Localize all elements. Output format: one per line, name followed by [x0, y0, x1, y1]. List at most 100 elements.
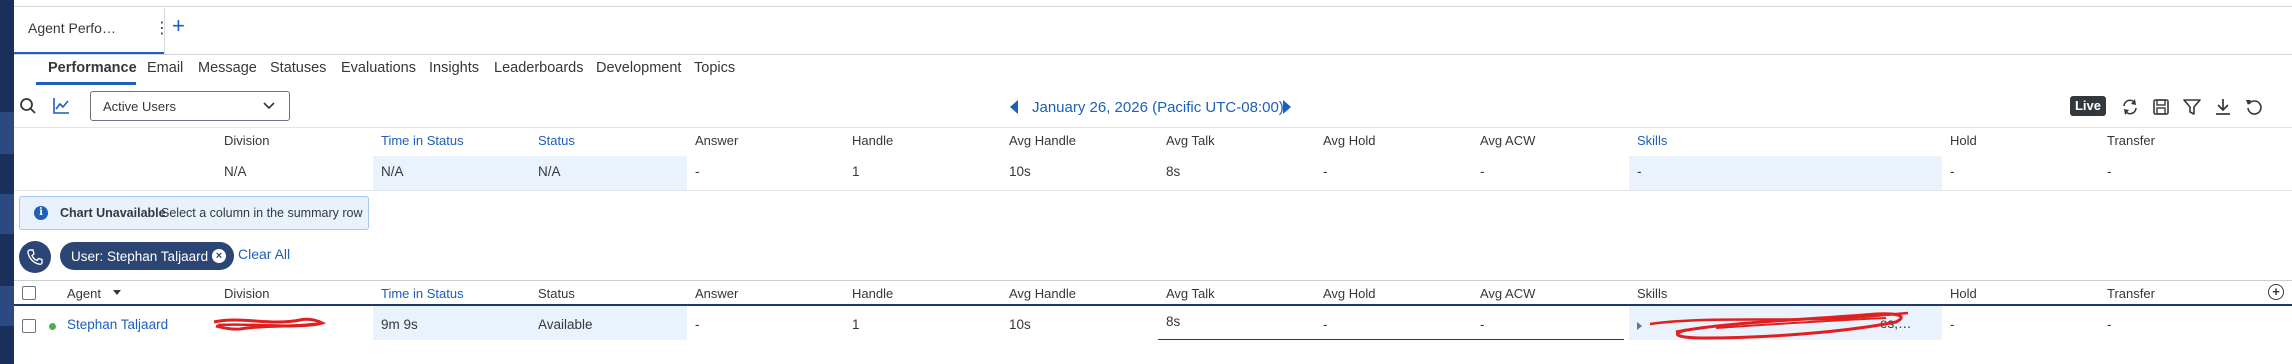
summary-value-handle[interactable]: 1 — [852, 164, 860, 179]
download-icon[interactable] — [2214, 98, 2232, 116]
row-avg-handle[interactable]: 10s — [1009, 317, 1031, 332]
save-icon[interactable] — [2152, 98, 2170, 116]
row-checkbox[interactable] — [22, 319, 36, 333]
table-header-status[interactable]: Status — [538, 286, 575, 301]
rail-item[interactable] — [0, 286, 14, 326]
table-header-avg-handle[interactable]: Avg Handle — [1009, 286, 1076, 301]
tab-insights[interactable]: Insights — [429, 60, 479, 76]
table-header-transfer[interactable]: Transfer — [2107, 286, 2155, 301]
summary-header-skills[interactable]: Skills — [1637, 133, 1667, 148]
plus-icon[interactable]: + — [172, 15, 185, 37]
table-top-border — [14, 280, 2292, 281]
user-filter-chip[interactable]: User: Stephan Taljaard × — [60, 242, 234, 270]
active-nav-indicator — [36, 82, 136, 85]
row-transfer[interactable]: - — [2107, 317, 2112, 332]
tab-evaluations[interactable]: Evaluations — [341, 60, 416, 76]
agent-name-link[interactable]: Stephan Taljaard — [67, 317, 168, 332]
left-nav-rail — [0, 0, 14, 364]
summary-bottom-border — [14, 190, 2292, 191]
clear-all-link[interactable]: Clear All — [238, 246, 290, 262]
summary-value-skills[interactable]: - — [1637, 164, 1642, 179]
row-time-in-status[interactable]: 9m 9s — [381, 317, 418, 332]
tab-statuses[interactable]: Statuses — [270, 60, 326, 76]
summary-header-division[interactable]: Division — [224, 133, 270, 148]
phone-filter-button[interactable] — [19, 241, 51, 273]
redacted-skills — [1649, 311, 1909, 340]
chevron-down-icon — [263, 102, 275, 110]
table-header-agent[interactable]: Agent — [67, 286, 101, 301]
table-header-answer[interactable]: Answer — [695, 286, 738, 301]
refresh-icon[interactable] — [2121, 98, 2139, 116]
row-avg-talk[interactable]: 8s — [1166, 314, 1180, 329]
row-status[interactable]: Available — [538, 317, 593, 332]
row-hold[interactable]: - — [1950, 317, 1955, 332]
summary-value-division[interactable]: N/A — [224, 164, 247, 179]
summary-value-avg-talk[interactable]: 8s — [1166, 164, 1180, 179]
row-handle[interactable]: 1 — [852, 317, 860, 332]
row-answer[interactable]: - — [695, 317, 700, 332]
summary-value-hold[interactable]: - — [1950, 164, 1955, 179]
summary-header-avg-acw[interactable]: Avg ACW — [1480, 133, 1535, 148]
table-header-skills[interactable]: Skills — [1637, 286, 1667, 301]
reset-icon[interactable] — [2245, 98, 2263, 116]
summary-value-time-in-status[interactable]: N/A — [381, 164, 404, 179]
sort-descending-icon[interactable] — [113, 290, 121, 295]
tab-development[interactable]: Development — [596, 60, 681, 76]
table-header-avg-talk[interactable]: Avg Talk — [1166, 286, 1215, 301]
redacted-division — [213, 317, 327, 331]
summary-header-avg-handle[interactable]: Avg Handle — [1009, 133, 1076, 148]
summary-value-transfer[interactable]: - — [2107, 164, 2112, 179]
summary-header-status[interactable]: Status — [538, 133, 575, 148]
dropdown-selected-value: Active Users — [103, 99, 176, 114]
select-all-checkbox[interactable] — [22, 286, 36, 300]
table-header-avg-hold[interactable]: Avg Hold — [1323, 286, 1376, 301]
table-header-time-in-status[interactable]: Time in Status — [381, 286, 464, 301]
tab-leaderboards[interactable]: Leaderboards — [494, 60, 584, 76]
table-header-hold[interactable]: Hold — [1950, 286, 1977, 301]
tab-performance[interactable]: Performance — [48, 60, 137, 76]
date-label[interactable]: January 26, 2026 (Pacific UTC-08:00) — [1032, 99, 1284, 116]
presence-online-icon — [49, 323, 56, 330]
expand-skills-icon[interactable] — [1637, 322, 1642, 330]
summary-value-avg-handle[interactable]: 10s — [1009, 164, 1031, 179]
chart-message-title: Chart Unavailable — [60, 206, 166, 220]
summary-header-avg-talk[interactable]: Avg Talk — [1166, 133, 1215, 148]
phone-icon — [27, 249, 43, 266]
rail-item[interactable] — [0, 112, 14, 154]
summary-header-hold[interactable]: Hold — [1950, 133, 1977, 148]
summary-header-handle[interactable]: Handle — [852, 133, 893, 148]
table-header-handle[interactable]: Handle — [852, 286, 893, 301]
rail-item[interactable] — [0, 194, 14, 234]
chart-unavailable-message: i Chart Unavailable Select a column in t… — [19, 196, 369, 230]
summary-header-answer[interactable]: Answer — [695, 133, 738, 148]
tab-message[interactable]: Message — [198, 60, 257, 76]
tab-email[interactable]: Email — [147, 60, 183, 76]
summary-header-avg-hold[interactable]: Avg Hold — [1323, 133, 1376, 148]
table-header-division[interactable]: Division — [224, 286, 270, 301]
previous-date-icon[interactable] — [1009, 100, 1019, 114]
summary-value-status[interactable]: N/A — [538, 164, 561, 179]
page-tab-label: Agent Perfo… — [28, 20, 116, 36]
row-highlight — [373, 306, 687, 340]
summary-header-time-in-status[interactable]: Time in Status — [381, 133, 464, 148]
line-chart-icon[interactable] — [52, 97, 70, 115]
cell-selection-underline — [1158, 339, 1624, 340]
user-filter-dropdown[interactable]: Active Users — [90, 91, 290, 121]
chart-message-text: Select a column in the summary row — [161, 206, 363, 220]
kebab-icon[interactable]: ⋮ — [154, 18, 170, 38]
page-tab-agent-performance[interactable]: Agent Perfo… ⋮ — [14, 8, 170, 54]
summary-header-transfer[interactable]: Transfer — [2107, 133, 2155, 148]
row-avg-acw[interactable]: - — [1480, 317, 1485, 332]
row-avg-hold[interactable]: - — [1323, 317, 1328, 332]
summary-value-avg-acw[interactable]: - — [1480, 164, 1485, 179]
filter-icon[interactable] — [2183, 98, 2201, 116]
close-icon[interactable]: × — [212, 249, 226, 263]
table-header-avg-acw[interactable]: Avg ACW — [1480, 286, 1535, 301]
search-icon[interactable] — [19, 97, 37, 115]
tab-topics[interactable]: Topics — [694, 60, 735, 76]
next-date-icon[interactable] — [1282, 100, 1292, 114]
summary-value-avg-hold[interactable]: - — [1323, 164, 1328, 179]
table-header-border — [14, 304, 2292, 306]
summary-value-answer[interactable]: - — [695, 164, 700, 179]
add-column-icon[interactable]: + — [2268, 284, 2284, 300]
